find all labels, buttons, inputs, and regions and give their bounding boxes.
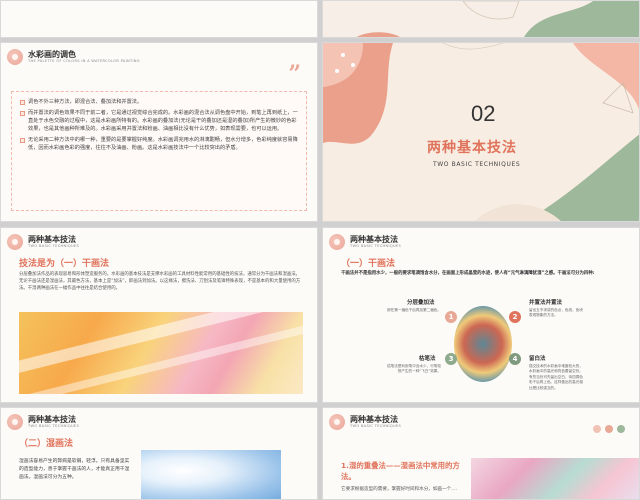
feature-title: 留白法 [529, 356, 546, 362]
decor-dot [605, 425, 613, 433]
slide-title: 两种基本技法 [350, 235, 398, 244]
section-heading: 技法是为（一）干画法 [19, 259, 110, 269]
slide-overview-grid: 水彩画的调色 THE PALETTE OF COLORS IN A WATERC… [0, 0, 640, 500]
slide-header: 水彩画的调色 THE PALETTE OF COLORS IN A WATERC… [7, 49, 140, 65]
slide-thumbnail-5[interactable]: 两种基本技法 TWO BASIC TECHNIQUES 技法是为（一）干画法 分… [0, 227, 318, 403]
section-subtitle: TWO BASIC TECHNIQUES [433, 161, 521, 168]
decor-dot [617, 425, 625, 433]
slide-subtitle: TWO BASIC TECHNIQUES [350, 424, 402, 428]
center-painting-image [454, 306, 512, 382]
bullet-icon [20, 138, 25, 143]
slide-thumbnail-6[interactable]: 两种基本技法 TWO BASIC TECHNIQUES （一）干画法 干画法并不… [322, 227, 640, 403]
section-heading: （二）湿画法 [19, 439, 74, 449]
slide-header: 两种基本技法 TWO BASIC TECHNIQUES [329, 414, 401, 430]
slide-thumbnail-7[interactable]: 两种基本技法 TWO BASIC TECHNIQUES （二）湿画法 湿画法容易… [0, 407, 318, 500]
flower-logo-icon [329, 414, 345, 430]
quote-mark-icon: ” [288, 61, 301, 87]
step-number-2: 2 [509, 311, 521, 323]
intro-text: 干画法并不是指用水少，一般的要求笔调饱含水分，在画面上形成晶莹的水迹，使人有“元… [341, 271, 595, 276]
slide-title: 两种基本技法 [28, 235, 76, 244]
decorative-shapes [1, 1, 317, 37]
feature-desc: 描交技术的水彩画中难度较大的，水彩画中的高光和亮色要留空处。有些当处可先留出空白… [529, 364, 583, 390]
step-number-3: 3 [445, 353, 457, 365]
bullet-icon [20, 100, 25, 105]
slide-subtitle: TWO BASIC TECHNIQUES [28, 424, 80, 428]
body-text: 分层叠加法作品的表现容易和形体塑造服务的。水彩画的基本技法是支撑水彩画的工具材料… [19, 272, 301, 292]
flower-logo-icon [7, 414, 23, 430]
slide-thumbnail-4[interactable]: 02 两种基本技法 TWO BASIC TECHNIQUES [322, 42, 640, 222]
decor-dot [593, 425, 601, 433]
slide-thumbnail-8[interactable]: 两种基本技法 TWO BASIC TECHNIQUES 1.湿的重叠法——湿画法… [322, 407, 640, 500]
sky-painting-image [141, 450, 281, 499]
slide-header: 两种基本技法 TWO BASIC TECHNIQUES [329, 234, 401, 250]
slide-header: 两种基本技法 TWO BASIC TECHNIQUES [7, 234, 79, 250]
section-heading: （一）干画法 [341, 259, 396, 269]
slide-thumbnail-3[interactable]: 水彩画的调色 THE PALETTE OF COLORS IN A WATERC… [0, 42, 318, 222]
body-text: 湿画法容易产生的弊病是软弱，轻浮。只有具备坚实的造型能力，善于掌握干画法的人，才… [19, 459, 130, 480]
section-number: 02 [471, 101, 496, 126]
list-item: 调色不外三种方法，即混合法、叠加法和并置法。 [20, 98, 298, 106]
feature-title: 分层叠加法 [407, 300, 435, 306]
decorative-shapes [323, 1, 639, 37]
slide-title: 两种基本技法 [28, 415, 76, 424]
flower-logo-icon [7, 49, 23, 65]
list-item: 而并置法的调色效果不同于前二者，它是通过视觉综合完成的。水彩画的混合法从调色盘中… [20, 109, 298, 133]
section-title: 两种基本技法 [427, 140, 517, 156]
feature-title: 并置法并置法 [529, 300, 563, 306]
list-item: 无论采用二种方法中的哪一种，重要的是要掌握好纯度。水彩画调完用水的淋漓酣畅，但水… [20, 136, 298, 152]
slide-title: 两种基本技法 [350, 415, 398, 424]
slide-thumbnail-1[interactable] [0, 0, 318, 38]
feature-desc: 即在第一遍色干后再加第二遍色。 [387, 308, 441, 312]
bullet-icon [20, 111, 25, 116]
watercolor-image [19, 312, 303, 394]
feature-title: 枯笔法 [419, 356, 436, 362]
flower-logo-icon [329, 234, 345, 250]
slide-header: 两种基本技法 TWO BASIC TECHNIQUES [7, 414, 79, 430]
feature-desc: 留出五不求讲的色点，色线、色块表现物象的方法。 [529, 308, 583, 318]
slide-thumbnail-2[interactable] [322, 0, 640, 38]
feature-desc: 枯笔法是利用笔中含水少，行笔较快产生的一种“飞白”效果。 [387, 364, 441, 374]
step-number-4: 4 [509, 353, 521, 365]
slide-title: 水彩画的调色 [28, 50, 76, 59]
slide-subtitle: THE PALETTE OF COLORS IN A WATERCOLOR PA… [28, 59, 140, 63]
body-text: 它要求根据造型的需要，掌握好时间和水分，如画一个.... [341, 487, 458, 492]
color-swatch-image [471, 458, 639, 499]
section-heading: 1.湿的重叠法——湿画法中常用的方法。 [341, 461, 460, 481]
step-number-1: 1 [445, 311, 457, 323]
decorative-shapes [323, 43, 639, 221]
content-box: 调色不外三种方法，即混合法、叠加法和并置法。 而并置法的调色效果不同于前二者，它… [11, 91, 307, 211]
slide-subtitle: TWO BASIC TECHNIQUES [28, 244, 80, 248]
slide-subtitle: TWO BASIC TECHNIQUES [350, 244, 402, 248]
flower-logo-icon [7, 234, 23, 250]
